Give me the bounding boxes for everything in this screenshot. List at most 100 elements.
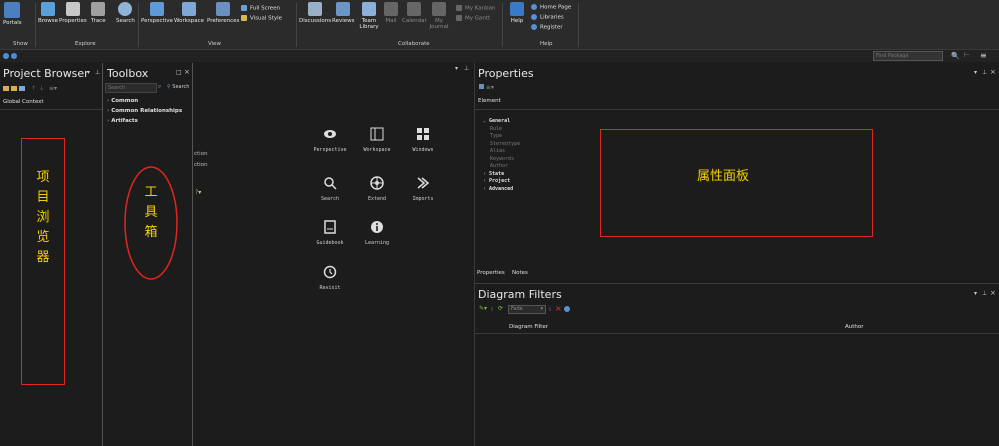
tab-context[interactable]: Context xyxy=(22,99,44,105)
move-up-icon[interactable]: ↑ xyxy=(31,85,36,92)
portals-button[interactable]: Portals xyxy=(3,2,22,26)
reviews-button[interactable]: Reviews xyxy=(332,2,355,24)
perspective-button[interactable]: Perspective xyxy=(141,2,173,24)
panel-menu-icon[interactable]: ▾ xyxy=(974,69,977,76)
toolbox-item[interactable]: › Common Relationships xyxy=(107,108,182,114)
tab-global[interactable]: Global xyxy=(3,99,21,105)
trace-button[interactable]: Trace xyxy=(91,2,106,24)
project-browser-toolbar: ↑ ↓ ≡▾ xyxy=(3,85,93,93)
tile-guidebook[interactable]: Guidebook xyxy=(310,220,350,246)
forward-icon[interactable] xyxy=(11,53,17,59)
search-icon[interactable]: ⌕ xyxy=(158,83,161,91)
menu-icon[interactable]: ≡▾ xyxy=(486,84,494,91)
pin-icon[interactable]: ⊥ xyxy=(464,65,469,72)
menu-icon[interactable]: ≡▾ xyxy=(49,85,57,92)
tree-item[interactable]: Keywords xyxy=(483,156,520,164)
home-page-button[interactable]: Home Page xyxy=(531,4,571,11)
calendar-icon xyxy=(407,2,422,16)
kanban-icon xyxy=(456,5,462,11)
workspace-button[interactable]: Workspace xyxy=(174,2,204,24)
filter-icon[interactable]: ⊢ xyxy=(964,51,970,59)
libraries-button[interactable]: Libraries xyxy=(531,14,564,21)
register-button[interactable]: Register xyxy=(531,24,563,31)
toolbox-item[interactable]: › Common xyxy=(107,98,138,104)
tile-learning[interactable]: Learning xyxy=(357,220,397,246)
tab-properties[interactable]: Properties xyxy=(477,270,505,276)
filter-mode-select[interactable]: Fade ▾ xyxy=(508,305,546,314)
column-header-diagram-filter[interactable]: Diagram Filter xyxy=(509,324,548,330)
tree-item[interactable]: Author xyxy=(483,163,520,171)
tile-extend[interactable]: Extend xyxy=(357,176,397,202)
grid-icon[interactable] xyxy=(479,84,484,89)
my-kanban-button[interactable]: My Kanban xyxy=(456,5,495,12)
tree-item[interactable]: Alias xyxy=(483,148,520,156)
tree-item[interactable]: Type xyxy=(483,133,520,141)
extend-icon xyxy=(370,176,384,190)
delete-icon[interactable]: × xyxy=(555,304,562,313)
team-library-button[interactable]: Team Library xyxy=(358,2,380,30)
folder-icon[interactable] xyxy=(3,86,9,91)
close-icon[interactable]: × xyxy=(184,68,190,76)
panel-menu-icon[interactable]: ▾ xyxy=(87,69,90,76)
tab-element[interactable]: Element xyxy=(478,98,501,104)
column-header-author[interactable]: Author xyxy=(845,324,864,330)
mail-button[interactable]: Mail xyxy=(384,2,398,24)
tree-group[interactable]: ⌄ General xyxy=(483,118,520,126)
close-icon[interactable]: × xyxy=(990,289,996,297)
help-button[interactable]: Help xyxy=(510,2,524,24)
tile-windows[interactable]: Windows xyxy=(403,127,443,153)
tab-notes[interactable]: Notes xyxy=(512,270,528,276)
folder-add-icon[interactable] xyxy=(11,86,17,91)
restore-icon[interactable]: □ xyxy=(176,69,182,76)
menu-icon[interactable]: ≡ xyxy=(980,51,987,60)
tree-item[interactable]: Stereotype xyxy=(483,141,520,149)
workspace-icon xyxy=(370,127,384,141)
search-icon[interactable]: 🔍 xyxy=(951,52,960,60)
diagram-filters-toolbar: ✎▾ ⁞ ⟳ Fade ▾ ⁞ × xyxy=(479,304,619,315)
tree-item[interactable]: Rule xyxy=(483,126,520,134)
add-filter-icon[interactable]: ✎▾ xyxy=(479,305,487,312)
group-collaborate: Collaborate xyxy=(398,41,430,47)
tile-perspective[interactable]: Perspective xyxy=(310,127,350,153)
preferences-button[interactable]: Preferences xyxy=(207,2,239,24)
toolbox-search-input[interactable] xyxy=(105,83,157,93)
group-explore: Explore xyxy=(75,41,96,47)
visual-style-button[interactable]: Visual Style xyxy=(241,15,282,22)
find-package-input[interactable] xyxy=(873,51,943,61)
refresh-icon[interactable]: ⟳ xyxy=(498,305,503,312)
info-icon xyxy=(371,221,383,233)
my-journal-button[interactable]: My Journal xyxy=(428,2,450,30)
pin-icon[interactable]: ⊥ xyxy=(982,290,987,297)
tile-workspace[interactable]: Workspace xyxy=(357,127,397,153)
globe-icon xyxy=(531,24,537,30)
tile-revisit[interactable]: Revisit xyxy=(310,265,350,291)
browse-button[interactable]: Browse xyxy=(38,2,58,24)
chevron-right-icon: › xyxy=(483,170,487,177)
tile-search[interactable]: Search xyxy=(310,176,350,202)
new-element-icon[interactable] xyxy=(19,86,25,91)
toolbox-search-button[interactable]: ⚲ Search xyxy=(167,84,189,90)
panel-menu-icon[interactable]: ▾ xyxy=(974,290,977,297)
tile-imports[interactable]: Imports xyxy=(403,176,443,202)
panel-menu-icon[interactable]: ▾ xyxy=(455,65,458,72)
settings-icon[interactable] xyxy=(564,306,570,312)
properties-button[interactable]: Properties xyxy=(59,2,87,24)
move-down-icon[interactable]: ↓ xyxy=(39,85,44,92)
my-gantt-button[interactable]: My Gantt xyxy=(456,15,490,22)
back-icon[interactable] xyxy=(3,53,9,59)
calendar-button[interactable]: Calendar xyxy=(402,2,427,24)
properties-toolbar: ≡▾ xyxy=(479,84,494,91)
tree-group[interactable]: › State xyxy=(483,171,520,179)
discussions-button[interactable]: Discussions xyxy=(299,2,331,24)
toolbox-item[interactable]: › Artifacts xyxy=(107,118,138,124)
full-screen-button[interactable]: Full Screen xyxy=(241,5,280,12)
pin-icon[interactable]: ⊥ xyxy=(95,69,100,76)
close-icon[interactable]: × xyxy=(990,68,996,76)
search-button[interactable]: Search xyxy=(116,2,135,24)
properties-icon xyxy=(65,2,80,16)
mail-icon xyxy=(384,2,398,16)
pin-icon[interactable]: ⊥ xyxy=(982,69,987,76)
tree-group[interactable]: › Project xyxy=(483,178,520,186)
tree-group[interactable]: › Advanced xyxy=(483,186,520,194)
start-partial-label: ction xyxy=(194,162,208,168)
